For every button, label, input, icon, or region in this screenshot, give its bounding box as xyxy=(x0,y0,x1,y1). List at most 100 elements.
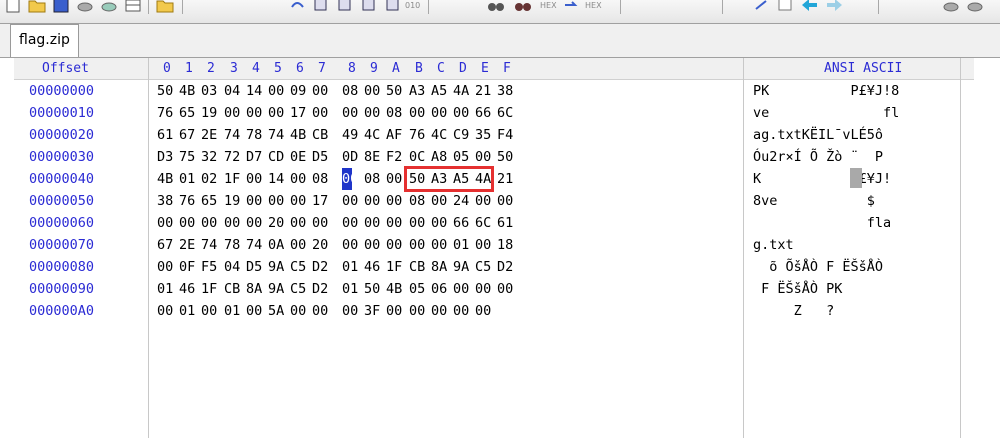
hex-byte[interactable]: 00 xyxy=(312,300,332,322)
hex-byte[interactable]: C5 xyxy=(290,278,310,300)
hex-byte[interactable]: 00 xyxy=(409,300,429,322)
hex-byte[interactable]: 00 xyxy=(409,212,429,234)
hex-byte[interactable]: 4B xyxy=(386,278,406,300)
hex-byte[interactable]: 03 xyxy=(201,80,221,102)
hex-byte[interactable]: 08 xyxy=(386,102,406,124)
hex-byte[interactable]: 01 xyxy=(179,168,199,190)
hex-byte[interactable]: 66 xyxy=(475,102,495,124)
hex-byte[interactable]: 00 xyxy=(246,190,266,212)
hex-byte[interactable]: 05 xyxy=(409,278,429,300)
hex-byte[interactable]: 17 xyxy=(312,190,332,212)
hex-byte[interactable]: 4C xyxy=(431,124,451,146)
hex-data-icon[interactable] xyxy=(382,0,404,16)
hex-byte[interactable]: 78 xyxy=(224,234,244,256)
hex-byte[interactable]: 9A xyxy=(268,278,288,300)
hex-byte[interactable]: 3F xyxy=(364,300,384,322)
hex-byte[interactable]: 50 xyxy=(157,80,177,102)
hex-byte[interactable]: 00 xyxy=(224,102,244,124)
forward-arrow-icon[interactable] xyxy=(824,0,846,16)
hex-byte[interactable]: 0F xyxy=(179,256,199,278)
hex-byte[interactable]: 09 xyxy=(290,80,310,102)
hex-byte[interactable]: 00 xyxy=(342,190,362,212)
hex-byte[interactable]: 00 xyxy=(431,300,451,322)
hex-byte[interactable]: 0A xyxy=(268,234,288,256)
hex-byte[interactable]: 08 xyxy=(409,190,429,212)
copy-block-icon[interactable] xyxy=(310,0,332,16)
undo-icon[interactable] xyxy=(286,0,308,16)
ascii-text[interactable]: ve fl xyxy=(753,102,899,124)
hex-byte[interactable]: 00 xyxy=(497,190,517,212)
disk-open-icon[interactable] xyxy=(98,0,120,16)
hex-byte[interactable]: 00 xyxy=(157,300,177,322)
hex-byte[interactable]: C9 xyxy=(453,124,473,146)
hex-byte[interactable]: 00 xyxy=(386,168,406,190)
hex-byte[interactable]: 76 xyxy=(157,102,177,124)
hex-byte[interactable]: 65 xyxy=(201,190,221,212)
hex-byte[interactable]: 19 xyxy=(201,102,221,124)
hex-byte[interactable]: 8E xyxy=(364,146,384,168)
hex-byte[interactable]: F4 xyxy=(497,124,517,146)
hex-byte[interactable]: 00 xyxy=(386,190,406,212)
hex-byte[interactable]: C5 xyxy=(475,256,495,278)
ascii-text[interactable]: õ ÕšÅÒ F ËŠšÅÒ xyxy=(753,256,883,278)
hex-byte[interactable]: 00 xyxy=(342,168,358,190)
hex-byte[interactable]: 00 xyxy=(475,190,495,212)
hex-byte[interactable]: 50 xyxy=(497,146,517,168)
hex-byte[interactable]: 01 xyxy=(453,234,473,256)
hex-byte[interactable]: 00 xyxy=(179,212,199,234)
hex-byte[interactable]: 01 xyxy=(224,300,244,322)
hex-byte[interactable]: 00 xyxy=(475,278,495,300)
hex-byte[interactable]: 00 xyxy=(409,102,429,124)
hex-byte[interactable]: 9A xyxy=(453,256,473,278)
disk-tool-2-icon[interactable] xyxy=(964,0,986,16)
arrow-hex-icon[interactable] xyxy=(560,0,582,16)
hex-byte[interactable]: 00 xyxy=(268,102,288,124)
hex-byte[interactable]: 74 xyxy=(201,234,221,256)
hex-byte[interactable]: 00 xyxy=(246,212,266,234)
hex-byte[interactable]: D2 xyxy=(312,256,332,278)
hex-byte[interactable]: 35 xyxy=(475,124,495,146)
hex-byte[interactable]: 2E xyxy=(179,234,199,256)
hex-byte[interactable]: 00 xyxy=(386,300,406,322)
bookmark-icon[interactable] xyxy=(774,0,796,16)
hex-byte[interactable]: 38 xyxy=(157,190,177,212)
hex-byte[interactable]: 4C xyxy=(364,124,384,146)
hex-byte[interactable]: 20 xyxy=(268,212,288,234)
hex-byte[interactable]: CB xyxy=(224,278,244,300)
paste-block-icon[interactable] xyxy=(334,0,356,16)
hex-editor[interactable]: Offset 0123456789ABCDEF ANSI ASCII 00000… xyxy=(14,58,1000,438)
hex-byte[interactable]: 21 xyxy=(475,80,495,102)
ascii-text[interactable]: PK P£¥J!8 xyxy=(753,80,899,102)
hex-byte[interactable]: 46 xyxy=(364,256,384,278)
hex-byte[interactable]: 00 xyxy=(224,212,244,234)
binoculars-icon[interactable] xyxy=(485,0,507,16)
hex-byte[interactable]: 00 xyxy=(342,234,362,256)
hex-byte[interactable]: 00 xyxy=(312,102,332,124)
hex-byte[interactable]: F2 xyxy=(386,146,406,168)
hex-byte[interactable]: 78 xyxy=(246,124,266,146)
hex-byte[interactable]: 00 xyxy=(290,168,310,190)
hex-byte[interactable]: A5 xyxy=(431,80,451,102)
hex-byte[interactable]: 08 xyxy=(312,168,332,190)
hex-byte[interactable]: 74 xyxy=(268,124,288,146)
hex-byte[interactable]: 00 xyxy=(453,278,473,300)
hex-byte[interactable]: 6C xyxy=(497,102,517,124)
hex-byte[interactable]: CB xyxy=(409,256,429,278)
hex-byte[interactable]: 00 xyxy=(453,300,473,322)
hex-byte[interactable]: 17 xyxy=(290,102,310,124)
hex-byte[interactable]: 00 xyxy=(312,80,332,102)
hex-byte[interactable]: 24 xyxy=(453,190,473,212)
hex-byte[interactable]: 00 xyxy=(364,102,384,124)
hex-byte[interactable]: 76 xyxy=(409,124,429,146)
hex-byte[interactable]: 9A xyxy=(268,256,288,278)
ascii-text[interactable]: g.txt xyxy=(753,234,794,256)
hex-byte[interactable]: 00 xyxy=(246,102,266,124)
hex-byte[interactable]: F5 xyxy=(201,256,221,278)
hex-byte[interactable]: 08 xyxy=(342,80,362,102)
binoculars-replace-icon[interactable] xyxy=(512,0,534,16)
ascii-text[interactable]: K P£¥J! xyxy=(753,168,891,190)
hex-byte[interactable]: 00 xyxy=(290,300,310,322)
hex-byte[interactable]: 00 xyxy=(364,190,384,212)
hex-byte[interactable]: 61 xyxy=(497,212,517,234)
hex-byte[interactable]: 0E xyxy=(290,146,310,168)
